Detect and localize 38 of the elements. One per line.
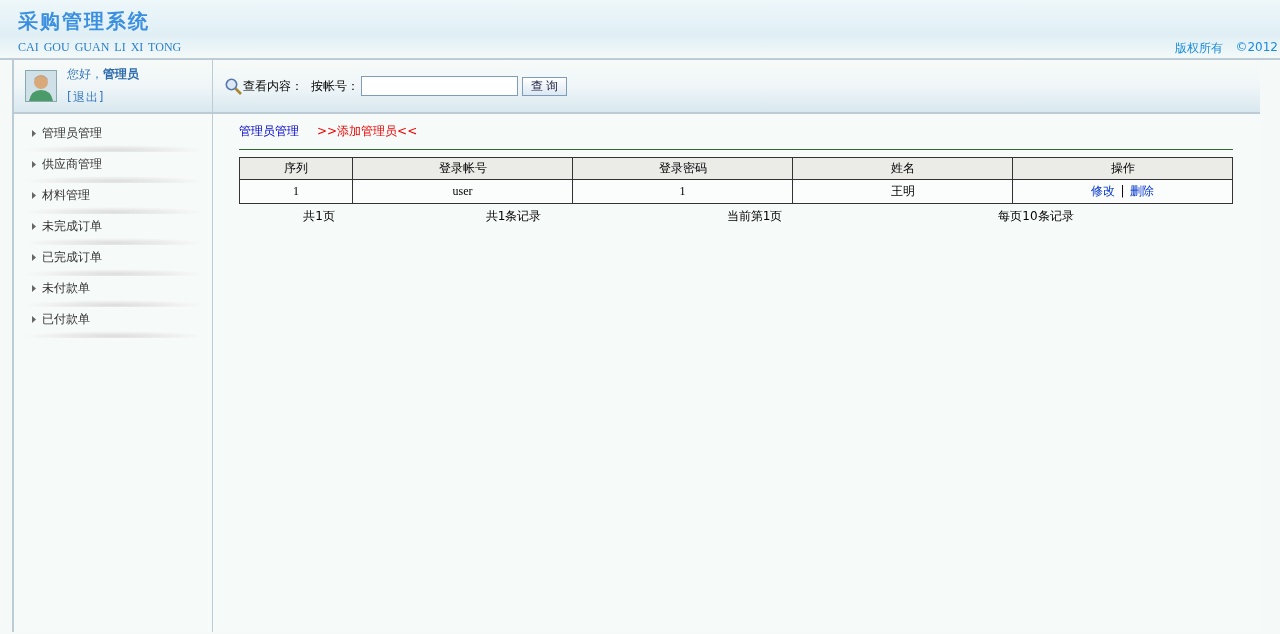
triangle-icon bbox=[32, 316, 36, 323]
copyright-year: ©2012 bbox=[1235, 40, 1278, 56]
search-label: 查看内容： bbox=[243, 77, 303, 95]
avatar-icon bbox=[25, 70, 57, 102]
account-label: 按帐号： bbox=[311, 77, 359, 95]
search-icon bbox=[225, 77, 242, 95]
user-name: 管理员 bbox=[103, 67, 139, 81]
column-header: 姓名 bbox=[792, 157, 1013, 180]
pager-text: 共1条记录 bbox=[484, 208, 543, 225]
system-title: 采购管理系统 bbox=[18, 8, 151, 35]
column-header: 序列 bbox=[239, 157, 353, 180]
triangle-icon bbox=[32, 285, 36, 292]
action-link[interactable]: 删除 bbox=[1129, 184, 1154, 198]
table-cell: 王明 bbox=[792, 179, 1013, 204]
greeting-text: 您好， bbox=[67, 67, 103, 81]
add-admin-link[interactable]: >>添加管理员<< bbox=[317, 123, 418, 140]
column-header: 登录帐号 bbox=[352, 157, 573, 180]
triangle-icon bbox=[32, 161, 36, 168]
search-button[interactable]: 查 询 bbox=[522, 76, 567, 96]
triangle-icon bbox=[32, 254, 36, 261]
triangle-icon bbox=[32, 192, 36, 199]
triangle-icon bbox=[32, 130, 36, 137]
section-link[interactable]: 管理员管理 bbox=[239, 123, 299, 140]
triangle-icon bbox=[32, 223, 36, 230]
column-header: 操作 bbox=[1012, 157, 1233, 180]
system-subtitle: CAI GOU GUAN LI XI TONG bbox=[18, 40, 182, 55]
pager-text: 当前第1页 bbox=[725, 208, 784, 225]
pager-text: 每页10条记录 bbox=[997, 208, 1075, 225]
logout-link[interactable]: [退出] bbox=[67, 89, 139, 106]
table-cell: user bbox=[352, 179, 573, 204]
copyright-text: 版权所有 bbox=[1175, 40, 1224, 57]
action-link[interactable]: 修改 bbox=[1091, 184, 1116, 198]
table-cell: 1 bbox=[239, 179, 353, 204]
column-header: 登录密码 bbox=[572, 157, 793, 180]
table-cell: 1 bbox=[572, 179, 793, 204]
pager-text: 共1页 bbox=[302, 208, 336, 225]
separator-text: | bbox=[1120, 184, 1125, 198]
account-input[interactable] bbox=[361, 76, 518, 96]
